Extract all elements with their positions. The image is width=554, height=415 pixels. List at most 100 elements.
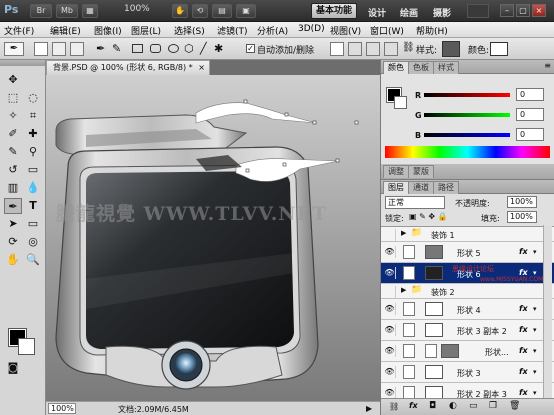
status-menu-arrow-icon[interactable]: ▶: [366, 404, 372, 413]
tools-panel-header[interactable]: [0, 60, 45, 66]
b-slider[interactable]: [424, 133, 510, 137]
fx-badge[interactable]: fx: [519, 325, 528, 334]
marquee-tool-icon[interactable]: ⬚: [4, 90, 22, 106]
path-selection-tool-icon[interactable]: ➤: [4, 216, 22, 232]
line-icon[interactable]: ╱: [200, 42, 214, 56]
pen-icon[interactable]: ✒: [96, 42, 110, 56]
screen-mode-icon[interactable]: ▣: [236, 4, 256, 18]
pen-tool-preset-icon[interactable]: ✒: [4, 42, 24, 56]
anchor-point[interactable]: [282, 162, 287, 167]
layer-row[interactable]: 👁 形状 4 fx ▾: [381, 299, 554, 320]
history-brush-tool-icon[interactable]: ↺: [4, 162, 22, 178]
eye-icon[interactable]: 👁: [384, 366, 396, 378]
exclude-mode-icon[interactable]: [384, 42, 398, 56]
r-value-field[interactable]: 0: [516, 88, 544, 101]
subtract-mode-icon[interactable]: [348, 42, 362, 56]
menu-image[interactable]: 图像(I): [94, 24, 122, 37]
hand-tool-icon[interactable]: ✋: [4, 252, 22, 268]
panel-menu-icon[interactable]: ≡: [544, 61, 551, 70]
fx-badge[interactable]: fx: [519, 304, 528, 313]
lock-icons[interactable]: ▣ ✎ ✥ 🔒: [409, 212, 448, 221]
fill-field[interactable]: 100%: [507, 211, 537, 223]
tab-color[interactable]: 颜色: [383, 61, 409, 74]
3d-rotate-tool-icon[interactable]: ⟳: [4, 234, 22, 250]
tab-adjustments[interactable]: 调整: [383, 165, 409, 178]
fx-expand-icon[interactable]: ▾: [533, 326, 537, 334]
eye-icon[interactable]: 👁: [384, 303, 396, 315]
style-picker[interactable]: [442, 41, 460, 57]
color-spectrum-bar[interactable]: [385, 146, 550, 158]
add-style-icon[interactable]: fx: [409, 401, 418, 410]
anchor-point[interactable]: [284, 112, 289, 117]
anchor-point[interactable]: [335, 158, 340, 163]
eraser-tool-icon[interactable]: ▭: [24, 162, 42, 178]
fx-expand-icon[interactable]: ▾: [533, 368, 537, 376]
blend-mode-select[interactable]: 正常: [385, 196, 445, 209]
view-extras-button[interactable]: ▦: [82, 4, 98, 18]
new-group-icon[interactable]: ▭: [469, 401, 478, 411]
tab-styles[interactable]: 样式: [433, 61, 459, 74]
fx-badge[interactable]: fx: [519, 247, 528, 256]
color-panel-background-swatch[interactable]: [394, 96, 407, 109]
fx-badge[interactable]: fx: [519, 367, 528, 376]
anchor-point[interactable]: [354, 120, 359, 125]
blur-tool-icon[interactable]: 💧: [24, 180, 42, 196]
anchor-point[interactable]: [245, 168, 250, 173]
layer-group-row[interactable]: ▶ 📁 装饰 1: [381, 227, 554, 242]
opacity-field[interactable]: 100%: [507, 196, 537, 208]
eye-icon[interactable]: 👁: [384, 267, 396, 279]
workspace-essentials-button[interactable]: 基本功能: [311, 3, 357, 19]
tab-layers[interactable]: 图层: [383, 181, 409, 194]
eye-icon[interactable]: 👁: [384, 387, 396, 398]
intersect-mode-icon[interactable]: [366, 42, 380, 56]
g-value-field[interactable]: 0: [516, 108, 544, 121]
fx-expand-icon[interactable]: ▾: [533, 248, 537, 256]
eye-icon[interactable]: 👁: [384, 246, 396, 258]
ellipse-icon[interactable]: [166, 42, 180, 56]
custom-shape-icon[interactable]: ✱: [214, 42, 228, 56]
r-slider[interactable]: [424, 93, 510, 97]
eye-icon[interactable]: 👁: [384, 324, 396, 336]
lasso-tool-icon[interactable]: ◌: [24, 90, 42, 106]
fx-expand-icon[interactable]: ▾: [533, 347, 537, 355]
quick-mask-icon[interactable]: ◙: [4, 360, 22, 376]
zoom-field[interactable]: 100%: [48, 403, 76, 414]
expand-arrow-icon[interactable]: ▶: [401, 286, 406, 294]
visibility-toggle[interactable]: [384, 286, 396, 298]
pen-tool-icon[interactable]: ✒: [4, 198, 22, 214]
visibility-toggle[interactable]: [384, 229, 396, 241]
tab-swatches[interactable]: 色板: [408, 61, 434, 74]
g-slider[interactable]: [424, 113, 510, 117]
close-button[interactable]: ×: [532, 4, 546, 17]
restore-button[interactable]: ▢: [516, 4, 530, 17]
tab-masks[interactable]: 蒙版: [408, 165, 434, 178]
document-close-icon[interactable]: ×: [198, 61, 205, 74]
menu-3d[interactable]: 3D(D): [298, 24, 325, 34]
menu-edit[interactable]: 编辑(E): [50, 24, 81, 37]
move-tool-icon[interactable]: ✥: [4, 72, 22, 88]
menu-select[interactable]: 选择(S): [174, 24, 205, 37]
healing-brush-tool-icon[interactable]: ✚: [24, 126, 42, 142]
eye-icon[interactable]: 👁: [384, 345, 396, 357]
background-color-swatch[interactable]: [18, 338, 35, 355]
gradient-tool-icon[interactable]: ▥: [4, 180, 22, 196]
polygon-icon[interactable]: ⬡: [184, 42, 198, 56]
link-layers-icon[interactable]: ⛓: [389, 402, 399, 411]
menu-filter[interactable]: 滤镜(T): [217, 24, 248, 37]
anchor-point[interactable]: [312, 120, 317, 125]
layer-row[interactable]: 👁 形状 2 副本 3 fx ▾: [381, 383, 554, 398]
menu-window[interactable]: 窗口(W): [370, 24, 404, 37]
shape-layers-icon[interactable]: [34, 42, 48, 56]
rounded-rectangle-icon[interactable]: [148, 42, 162, 56]
freeform-pen-icon[interactable]: ✎: [112, 42, 126, 56]
document-canvas-area[interactable]: [46, 75, 380, 401]
new-layer-icon[interactable]: ❐: [489, 401, 497, 411]
tab-channels[interactable]: 通道: [408, 181, 434, 194]
menu-file[interactable]: 文件(F): [4, 24, 34, 37]
zoom-level-dropdown[interactable]: 100%: [124, 4, 150, 14]
trash-icon[interactable]: 🗑: [509, 401, 520, 411]
document-size-readout[interactable]: 文档:2.09M/6.45M: [118, 404, 189, 415]
fx-badge[interactable]: fx: [519, 346, 528, 355]
brush-tool-icon[interactable]: ✎: [4, 144, 22, 160]
document-tab[interactable]: 背景.PSD @ 100% (形状 6, RGB/8) * ×: [46, 60, 210, 75]
